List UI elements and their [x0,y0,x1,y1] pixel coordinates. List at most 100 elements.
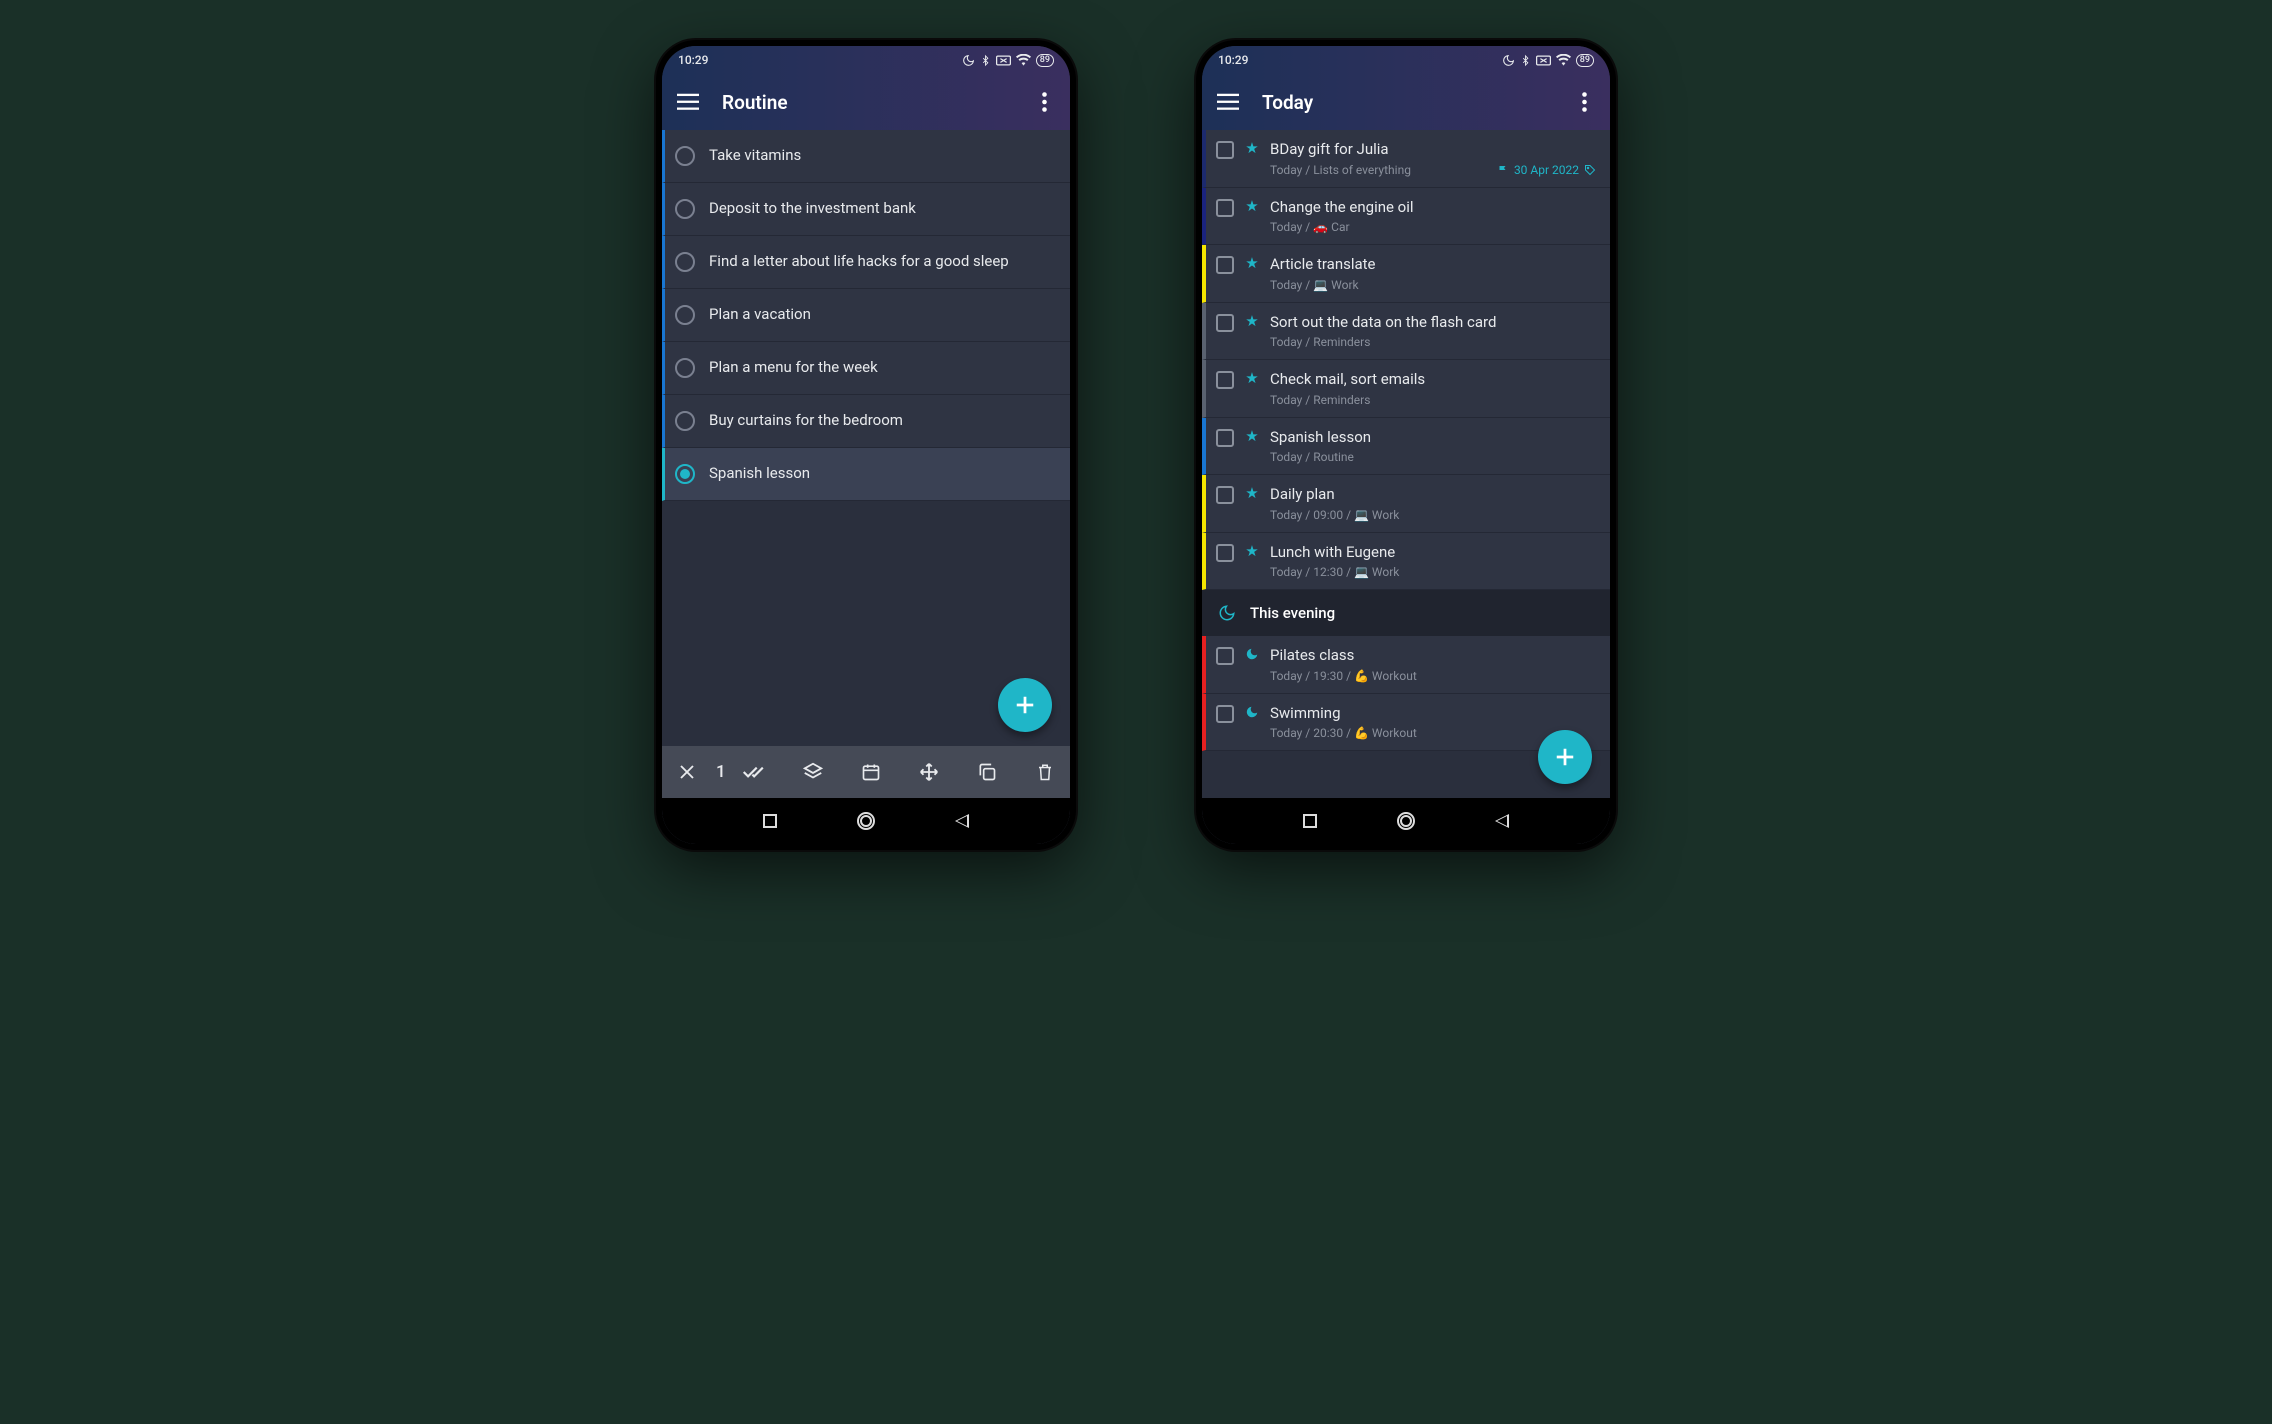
battery-indicator: 89 [1036,54,1054,67]
task-meta: Today / Reminders [1270,335,1370,349]
task-title: Change the engine oil [1270,198,1596,218]
today-task-row[interactable]: ★ BDay gift for Julia Today / Lists of e… [1202,130,1610,188]
selection-count: 1 [716,762,726,782]
close-selection-button[interactable] [674,759,700,785]
complete-button[interactable] [742,759,768,785]
menu-button[interactable] [1214,88,1242,116]
double-check-icon [742,763,768,781]
task-row[interactable]: Plan a vacation [662,289,1070,342]
status-icons: 89 [962,54,1054,67]
task-title: Spanish lesson [1270,428,1596,448]
task-checkbox[interactable] [1216,371,1234,389]
task-checkbox[interactable] [1216,705,1234,723]
nav-home[interactable] [857,812,875,830]
today-list: ★ BDay gift for Julia Today / Lists of e… [1202,130,1610,798]
star-icon: ★ [1245,544,1258,559]
task-title: Find a letter about life hacks for a goo… [709,252,1009,272]
copy-button[interactable] [974,759,1000,785]
task-row[interactable]: Buy curtains for the bedroom [662,395,1070,448]
star-icon: ★ [1245,429,1258,444]
task-meta: Today / 19:30 / 💪 Workout [1270,669,1417,683]
move-to-list-button[interactable] [800,759,826,785]
task-row-selected[interactable]: Spanish lesson [662,448,1070,501]
page-title: Today [1262,91,1550,114]
more-button[interactable] [1030,88,1058,116]
task-checkbox[interactable] [1216,141,1234,159]
task-meta: Today / 🚗 Car [1270,220,1350,234]
today-task-row[interactable]: ★ Change the engine oil Today / 🚗 Car [1202,188,1610,246]
no-sim-icon [996,55,1011,66]
status-time: 10:29 [1218,53,1248,67]
task-radio[interactable] [675,305,695,325]
task-checkbox[interactable] [1216,314,1234,332]
copy-icon [977,762,997,782]
task-scroll[interactable]: Take vitamins Deposit to the investment … [662,130,1070,746]
task-row[interactable]: Deposit to the investment bank [662,183,1070,236]
device-routine: 10:29 89 Routine Take v [656,40,1076,850]
nav-recents[interactable] [1303,814,1317,828]
moon-icon [1218,604,1236,622]
today-task-row[interactable]: ★ Spanish lesson Today / Routine [1202,418,1610,476]
task-radio[interactable] [675,358,695,378]
add-task-fab[interactable] [998,678,1052,732]
page-title: Routine [722,91,1010,114]
nav-back[interactable] [955,814,969,828]
hamburger-icon [1217,93,1239,111]
task-title: Check mail, sort emails [1270,370,1596,390]
dnd-moon-icon [1502,54,1515,67]
calendar-icon [861,762,881,782]
task-checkbox[interactable] [1216,647,1234,665]
task-checkbox[interactable] [1216,256,1234,274]
reorder-button[interactable] [916,759,942,785]
more-vert-icon [1582,92,1587,112]
bluetooth-icon [1520,54,1531,67]
section-header-evening[interactable]: This evening [1202,590,1610,636]
task-title: Take vitamins [709,146,801,166]
today-task-row[interactable]: ★ Article translate Today / 💻 Work [1202,245,1610,303]
move-icon [918,761,940,783]
add-task-fab[interactable] [1538,730,1592,784]
task-list: Take vitamins Deposit to the investment … [662,130,1070,798]
task-checkbox[interactable] [1216,544,1234,562]
today-scroll[interactable]: ★ BDay gift for Julia Today / Lists of e… [1202,130,1610,798]
task-meta: Today / Reminders [1270,393,1370,407]
task-checkbox[interactable] [1216,429,1234,447]
task-radio-selected[interactable] [675,464,695,484]
star-icon: ★ [1245,371,1258,386]
status-bar: 10:29 89 [1202,46,1610,74]
task-row[interactable]: Plan a menu for the week [662,342,1070,395]
task-title: Pilates class [1270,646,1596,666]
task-row[interactable]: Take vitamins [662,130,1070,183]
task-title: Plan a menu for the week [709,358,878,378]
app-bar: Today [1202,74,1610,130]
screen-routine: 10:29 89 Routine Take v [662,46,1070,844]
nav-back[interactable] [1495,814,1509,828]
task-title: BDay gift for Julia [1270,140,1596,160]
nav-home[interactable] [1397,812,1415,830]
menu-button[interactable] [674,88,702,116]
task-title: Deposit to the investment bank [709,199,916,219]
task-radio[interactable] [675,199,695,219]
dnd-moon-icon [962,54,975,67]
task-radio[interactable] [675,411,695,431]
today-task-row[interactable]: Pilates class Today / 19:30 / 💪 Workout [1202,636,1610,694]
schedule-button[interactable] [858,759,884,785]
task-checkbox[interactable] [1216,199,1234,217]
task-radio[interactable] [675,252,695,272]
star-icon: ★ [1245,486,1258,501]
delete-button[interactable] [1032,759,1058,785]
tag-icon [1584,164,1596,176]
today-task-row[interactable]: ★ Sort out the data on the flash card To… [1202,303,1610,361]
task-meta: Today / 12:30 / 💻 Work [1270,565,1399,579]
layers-icon [802,761,824,783]
today-task-row[interactable]: ★ Lunch with Eugene Today / 12:30 / 💻 Wo… [1202,533,1610,591]
nav-recents[interactable] [763,814,777,828]
today-task-row[interactable]: ★ Daily plan Today / 09:00 / 💻 Work [1202,475,1610,533]
task-row[interactable]: Find a letter about life hacks for a goo… [662,236,1070,289]
more-button[interactable] [1570,88,1598,116]
task-meta: Today / 09:00 / 💻 Work [1270,508,1399,522]
task-radio[interactable] [675,146,695,166]
task-checkbox[interactable] [1216,486,1234,504]
today-task-row[interactable]: ★ Check mail, sort emails Today / Remind… [1202,360,1610,418]
close-icon [678,763,696,781]
